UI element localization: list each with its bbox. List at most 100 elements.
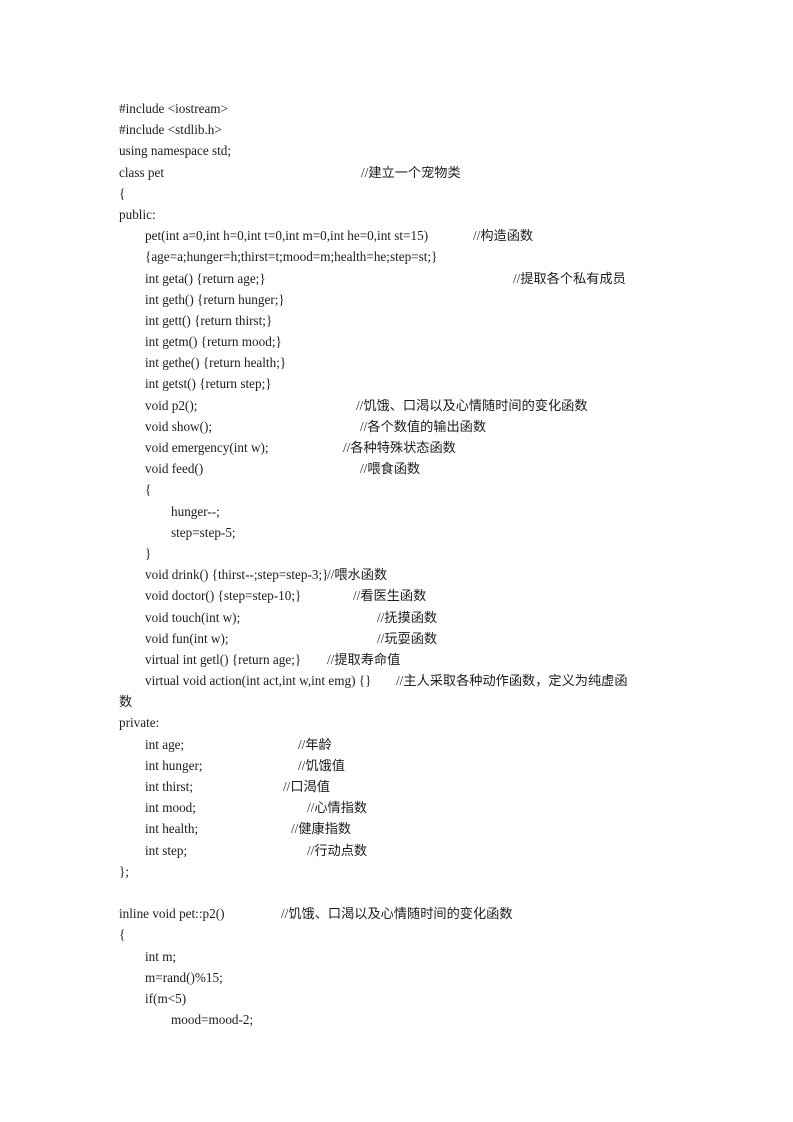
code-line: step=step-5; <box>119 522 739 543</box>
code-line-comment: //口渴值 <box>283 779 330 794</box>
code-line-text: public: <box>119 206 156 222</box>
code-line: int getst() {return step;} <box>119 373 739 394</box>
code-line: inline void pet::p2() //饥饿、口渴以及心情随时间的变化函数 <box>119 903 739 924</box>
code-line-comment: //饥饿值 <box>298 757 345 773</box>
code-line-text: void feed() <box>145 461 204 477</box>
code-line: private: <box>119 712 739 733</box>
code-line: virtual void action(int act,int w,int em… <box>119 670 739 691</box>
code-line-text: virtual int getl() {return age;} <box>145 651 302 667</box>
code-line: void feed() //喂食函数 <box>119 458 739 479</box>
code-line-text: int gethe() {return health;} <box>145 355 287 371</box>
code-line-comment: //饥饿、口渴以及心情随时间的变化函数 <box>281 906 513 922</box>
code-line-text: void emergency(int w); <box>145 440 269 455</box>
code-line-text: mood=mood-2; <box>171 1012 254 1028</box>
code-line: #include <stdlib.h> <box>119 119 739 140</box>
code-line-comment: //喂水函数 <box>327 567 388 583</box>
code-line-text: inline void pet::p2() <box>119 906 225 922</box>
code-line-text: void p2(); <box>145 397 198 413</box>
code-line-text: int getst() {return step;} <box>145 376 272 392</box>
code-line-text: {age=a;hunger=h;thirst=t;mood=m;health=h… <box>145 249 438 265</box>
code-line-comment: //饥饿、口渴以及心情随时间的变化函数 <box>356 397 588 413</box>
code-line: #include <iostream> <box>119 98 739 119</box>
code-line: void doctor() {step=step-10;} //看医生函数 <box>119 585 739 606</box>
code-line-comment: //抚摸函数 <box>377 609 438 625</box>
code-line-comment: //看医生函数 <box>353 588 427 604</box>
code-line-comment: //喂食函数 <box>360 461 421 477</box>
code-line-text: pet(int a=0,int h=0,int t=0,int m=0,int … <box>145 228 429 244</box>
code-line: virtual int getl() {return age;} //提取寿命值 <box>119 649 739 670</box>
code-line-text: int getm() {return mood;} <box>145 334 282 350</box>
code-line: int gethe() {return health;} <box>119 352 739 373</box>
code-line: hunger--; <box>119 501 739 522</box>
code-line-text: virtual void action(int act,int w,int em… <box>145 673 372 689</box>
code-line: } <box>119 543 739 564</box>
code-line-text: { <box>145 482 152 498</box>
code-line: int hunger; //饥饿值 <box>119 755 739 776</box>
code-line: int gett() {return thirst;} <box>119 310 739 331</box>
code-line-text: hunger--; <box>171 503 220 519</box>
code-line-comment: //各个数值的输出函数 <box>360 418 487 434</box>
code-line: }; <box>119 861 739 882</box>
code-line-comment: //主人采取各种动作函数，定义为纯虚函 <box>396 673 628 689</box>
code-line-comment: //玩耍函数 <box>377 630 438 646</box>
code-line-text: if(m<5) <box>145 990 187 1006</box>
code-line-text: int age; <box>145 736 185 752</box>
code-line: { <box>119 924 739 945</box>
code-line: void drink() {thirst--;step=step-3;}//喂水… <box>119 564 739 585</box>
code-line-comment: //年龄 <box>298 736 332 752</box>
code-line: int m; <box>119 946 739 967</box>
code-line: m=rand()%15; <box>119 967 739 988</box>
code-line: mood=mood-2; <box>119 1009 739 1030</box>
code-line: void p2(); //饥饿、口渴以及心情随时间的变化函数 <box>119 395 739 416</box>
code-line: 数 <box>119 691 739 712</box>
code-line: void show(); //各个数值的输出函数 <box>119 416 739 437</box>
code-line: int mood; //心情指数 <box>119 797 739 818</box>
code-line-text: #include <iostream> <box>119 101 228 116</box>
code-line: int thirst; //口渴值 <box>119 776 739 797</box>
code-line: int geta() {return age;} //提取各个私有成员 <box>119 268 739 289</box>
source-code-block: #include <iostream> #include <stdlib.h> us… <box>119 98 739 1030</box>
code-line: int health; //健康指数 <box>119 818 739 839</box>
code-line-text: { <box>119 185 126 201</box>
code-line: pet(int a=0,int h=0,int t=0,int m=0,int … <box>119 225 739 246</box>
code-line-comment: //建立一个宠物类 <box>361 164 461 180</box>
code-line-text: int hunger; <box>145 757 203 773</box>
code-line: int geth() {return hunger;} <box>119 289 739 310</box>
code-line: void emergency(int w); //各种特殊状态函数 <box>119 437 739 458</box>
code-line-comment: //心情指数 <box>307 800 368 816</box>
code-line-text: using namespace std; <box>119 143 232 159</box>
code-line: void touch(int w); //抚摸函数 <box>119 607 739 628</box>
code-line: using namespace std; <box>119 140 739 161</box>
code-line: {age=a;hunger=h;thirst=t;mood=m;health=h… <box>119 246 739 267</box>
code-line-text: int geth() {return hunger;} <box>145 291 285 307</box>
code-line-text: void fun(int w); <box>145 630 229 646</box>
code-line-text: class pet <box>119 164 165 180</box>
code-line-text: void touch(int w); <box>145 609 241 625</box>
code-line-text: int step; <box>145 842 188 858</box>
code-line-comment: //各种特殊状态函数 <box>343 440 456 455</box>
code-line: if(m<5) <box>119 988 739 1009</box>
code-line-text: } <box>145 545 152 561</box>
code-line-text: int thirst; <box>145 779 193 794</box>
code-line-text: int geta() {return age;} <box>145 270 266 286</box>
code-line: class pet //建立一个宠物类 <box>119 162 739 183</box>
code-line-text: int gett() {return thirst;} <box>145 312 273 328</box>
code-line: int step; //行动点数 <box>119 840 739 861</box>
code-line-text: void doctor() {step=step-10;} <box>145 588 302 604</box>
code-line-comment: //构造函数 <box>473 228 534 244</box>
code-line-text: #include <stdlib.h> <box>119 122 222 138</box>
code-line-text: step=step-5; <box>171 524 236 540</box>
code-line: public: <box>119 204 739 225</box>
code-line: void fun(int w); //玩耍函数 <box>119 628 739 649</box>
code-line-comment: //行动点数 <box>307 842 368 858</box>
code-line-text: 数 <box>119 694 133 710</box>
code-line-text: void drink() {thirst--;step=step-3;} <box>145 567 329 583</box>
code-line: { <box>119 183 739 204</box>
code-line-text: int mood; <box>145 800 196 816</box>
code-line-text: private: <box>119 715 160 731</box>
code-line: int age; //年龄 <box>119 734 739 755</box>
code-line-comment: //提取寿命值 <box>327 651 401 667</box>
code-line-text: }; <box>119 863 129 879</box>
code-line-comment: //提取各个私有成员 <box>513 270 626 286</box>
